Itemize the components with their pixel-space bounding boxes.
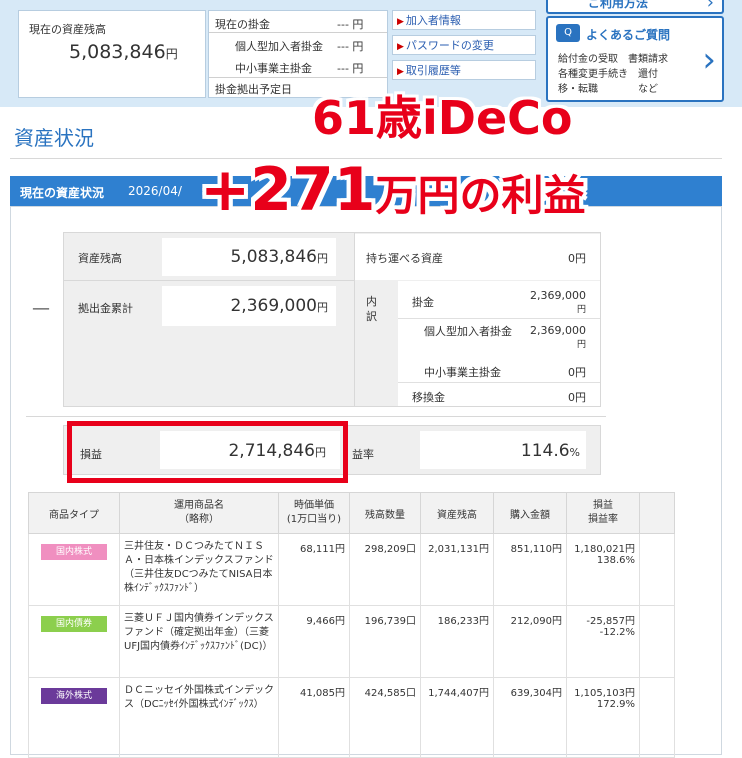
table-header-row: 商品タイプ 運用商品名 （略称） 時価単価 (1万口当り) 残高数量 資産残高 … <box>28 492 675 534</box>
col-header-cost: 購入金額 <box>493 492 567 534</box>
schedule-label: 掛金拠出予定日 <box>215 83 292 96</box>
transfer-value: 0円 <box>568 391 586 404</box>
fund-name-link[interactable]: ＤＣニッセイ外国株式インデックス（DCﾆｯｾｲ外国株式ｲﾝﾃﾞｯｸｽ） <box>119 677 279 758</box>
link-transaction-history[interactable]: ▶ 取引履歴等 <box>392 60 536 80</box>
type-badge: 国内株式 <box>41 544 107 560</box>
contribution-total-label: 拠出金累計 <box>78 302 133 315</box>
kakekin-value: 2,369,000 円 <box>530 289 586 315</box>
type-badge: 国内債券 <box>41 616 107 632</box>
cost: 639,304円 <box>493 677 567 758</box>
quantity: 196,739口 <box>349 605 421 678</box>
cost: 212,090円 <box>493 605 567 678</box>
portable-assets-label: 持ち運べる資産 <box>366 252 443 265</box>
employer-contrib-label: 中小事業主掛金 <box>235 62 312 75</box>
usage-guide-button[interactable]: ご利用方法 › <box>546 0 724 14</box>
transfer-label: 移換金 <box>412 391 445 404</box>
cost: 851,110円 <box>493 533 567 606</box>
collapse-toggle[interactable]: — <box>32 298 50 319</box>
profit-rate-label: 益率 <box>352 448 374 461</box>
current-balance-value: 5,083,846円 <box>69 41 178 63</box>
type-badge: 海外株式 <box>41 688 107 704</box>
profit-loss: 1,180,021円 138.6% <box>566 533 640 606</box>
profit-rate-value: 114.6 <box>520 441 570 461</box>
balance: 2,031,131円 <box>420 533 494 606</box>
profit-rate-box: 114.6% <box>420 431 586 469</box>
balance: 1,744,407円 <box>420 677 494 758</box>
current-assets-date: 2026/04/ <box>128 184 182 198</box>
unit-price: 68,111円 <box>278 533 350 606</box>
kakekin-label: 掛金 <box>412 296 434 309</box>
col-header-balance: 資産残高 <box>420 492 494 534</box>
contribution-total-box: 2,369,000円 <box>162 286 336 326</box>
col-header-qty: 残高数量 <box>349 492 421 534</box>
personal-contrib-label: 個人型加入者掛金 <box>424 325 512 338</box>
personal-contrib-value: --- 円 <box>337 40 364 53</box>
table-row[interactable]: 海外株式 ＤＣニッセイ外国株式インデックス（DCﾆｯｾｲ外国株式ｲﾝﾃﾞｯｸｽ）… <box>28 677 675 758</box>
asset-balance-value: 5,083,846 <box>230 247 317 267</box>
col-header-fund: 運用商品名 （略称） <box>119 492 279 534</box>
portable-assets-value: 0円 <box>568 252 586 265</box>
contribution-value: --- 円 <box>337 18 364 31</box>
personal-contrib-label: 個人型加入者掛金 <box>235 40 323 53</box>
unit-price: 41,085円 <box>278 677 350 758</box>
chevron-right-icon: › <box>706 0 714 13</box>
fund-name-link[interactable]: 三井住友・ＤＣつみたてＮＩＳＡ・日本株インデックスファンド（三井住友DCつみたて… <box>119 533 279 606</box>
personal-contrib-value: 2,369,000 円 <box>530 324 586 350</box>
faq-title: よくあるご質問 <box>586 28 671 42</box>
employer-contrib-value: --- 円 <box>337 62 364 75</box>
contribution-total-value: 2,369,000 <box>230 296 317 316</box>
contribution-label: 現在の掛金 <box>215 18 270 31</box>
breakdown-label: 内訳 <box>366 295 377 323</box>
current-balance-label: 現在の資産残高 <box>29 23 106 36</box>
table-row[interactable]: 国内株式 三井住友・ＤＣつみたてＮＩＳＡ・日本株インデックスファンド（三井住友D… <box>28 533 675 606</box>
table-row[interactable]: 国内債券 三菱ＵＦＪ国内債券インデックスファンド（確定拠出年金）（三菱UFJ国内… <box>28 605 675 678</box>
employer-contrib-label: 中小事業主掛金 <box>424 366 501 379</box>
overlay-profit-text: +271万円の利益 <box>200 155 586 225</box>
asset-balance-box: 5,083,846円 <box>162 238 336 276</box>
employer-contrib-value: 0円 <box>568 366 586 379</box>
profit-loss: -25,857円 -12.2% <box>566 605 640 678</box>
current-balance-card: 現在の資産残高 5,083,846円 <box>18 10 206 98</box>
col-header-type: 商品タイプ <box>28 492 120 534</box>
balance: 186,233円 <box>420 605 494 678</box>
quantity: 424,585口 <box>349 677 421 758</box>
current-assets-title: 現在の資産状況 <box>20 186 105 200</box>
faq-line1: 給付金の受取 書類請求 <box>558 54 668 65</box>
faq-line2: 各種変更手続き 還付 <box>558 69 658 80</box>
page-title: 資産状況 <box>14 126 94 150</box>
col-header-price: 時価単価 (1万口当り) <box>278 492 350 534</box>
col-header-extra <box>639 492 675 534</box>
holdings-table: 商品タイプ 運用商品名 （略称） 時価単価 (1万口当り) 残高数量 資産残高 … <box>28 492 675 758</box>
unit-price: 9,466円 <box>278 605 350 678</box>
asset-balance-label: 資産残高 <box>78 252 122 265</box>
profit-loss: 1,105,103円 172.9% <box>566 677 640 758</box>
quantity: 298,209口 <box>349 533 421 606</box>
fund-name-link[interactable]: 三菱ＵＦＪ国内債券インデックスファンド（確定拠出年金）（三菱UFJ国内債券ｲﾝﾃ… <box>119 605 279 678</box>
profit-highlight-box <box>67 421 348 483</box>
chat-bubble-icon: Q <box>556 24 580 42</box>
link-member-info[interactable]: ▶ 加入者情報 <box>392 10 536 30</box>
faq-button[interactable]: Q よくあるご質問 給付金の受取 書類請求 各種変更手続き 還付 移・転職 など… <box>546 16 724 102</box>
col-header-pl: 損益 損益率 <box>566 492 640 534</box>
link-password-change[interactable]: ▶ パスワードの変更 <box>392 35 536 55</box>
faq-line3: 移・転職 など <box>558 84 658 95</box>
chevron-right-icon: › <box>702 40 716 80</box>
overlay-headline: 61歳iDeCo <box>312 91 573 145</box>
